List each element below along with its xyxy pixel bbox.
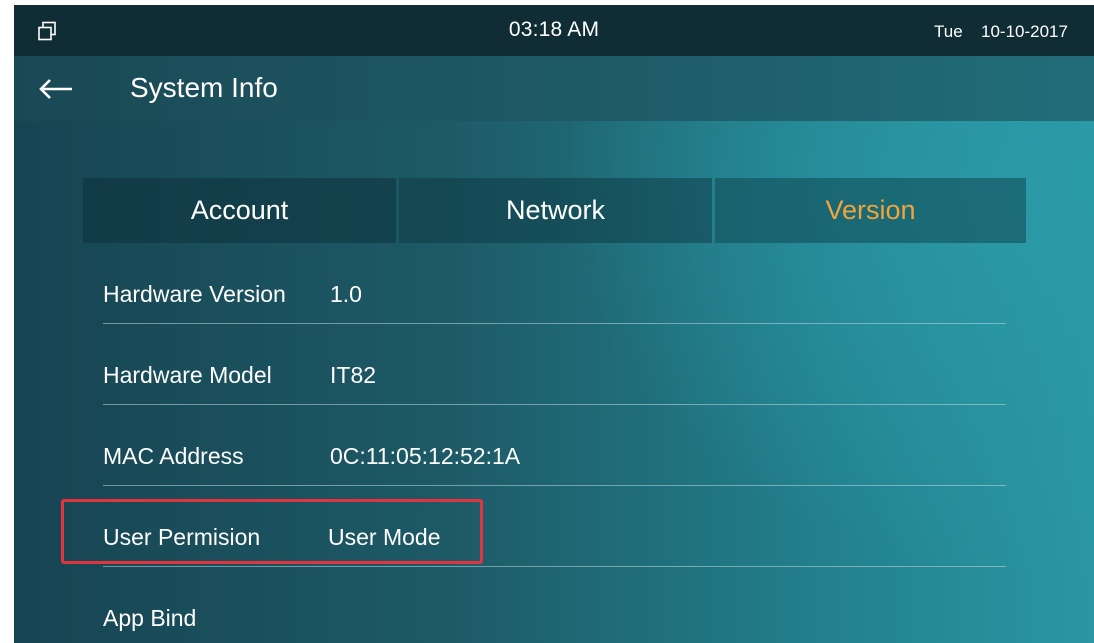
title-bar: System Info [14,56,1094,121]
status-bar: 03:18 AM Tue 10-10-2017 [14,5,1094,56]
page-title: System Info [130,72,278,103]
info-value: IT82 [330,362,377,388]
info-label: Hardware Version [103,281,286,307]
info-row-hardware-version: Hardware Version 1.0 [103,243,1006,324]
info-list: Hardware Version 1.0 Hardware Model IT82… [103,243,1006,643]
info-label: MAC Address [103,443,244,469]
back-arrow-icon[interactable] [38,78,74,100]
highlight-box [61,499,483,564]
tab-account[interactable]: Account [83,178,396,243]
info-value: 1.0 [330,281,362,307]
status-time: 03:18 AM [508,18,600,41]
info-row-mac-address: MAC Address 0C:11:05:12:52:1A [103,405,1006,486]
status-day: Tue [934,22,963,41]
tab-bar: Account Network Version [83,178,1026,243]
tab-version[interactable]: Version [715,178,1026,243]
info-label: Hardware Model [103,362,272,388]
info-label: App Bind [103,605,197,631]
tab-network[interactable]: Network [399,178,712,243]
info-row-hardware-model: Hardware Model IT82 [103,324,1006,405]
device-screen: 03:18 AM Tue 10-10-2017 System Info Acco… [14,5,1094,643]
status-date: 10-10-2017 [981,22,1068,41]
info-value: 0C:11:05:12:52:1A [330,443,521,469]
info-row-app-bind[interactable]: App Bind [103,567,1006,643]
